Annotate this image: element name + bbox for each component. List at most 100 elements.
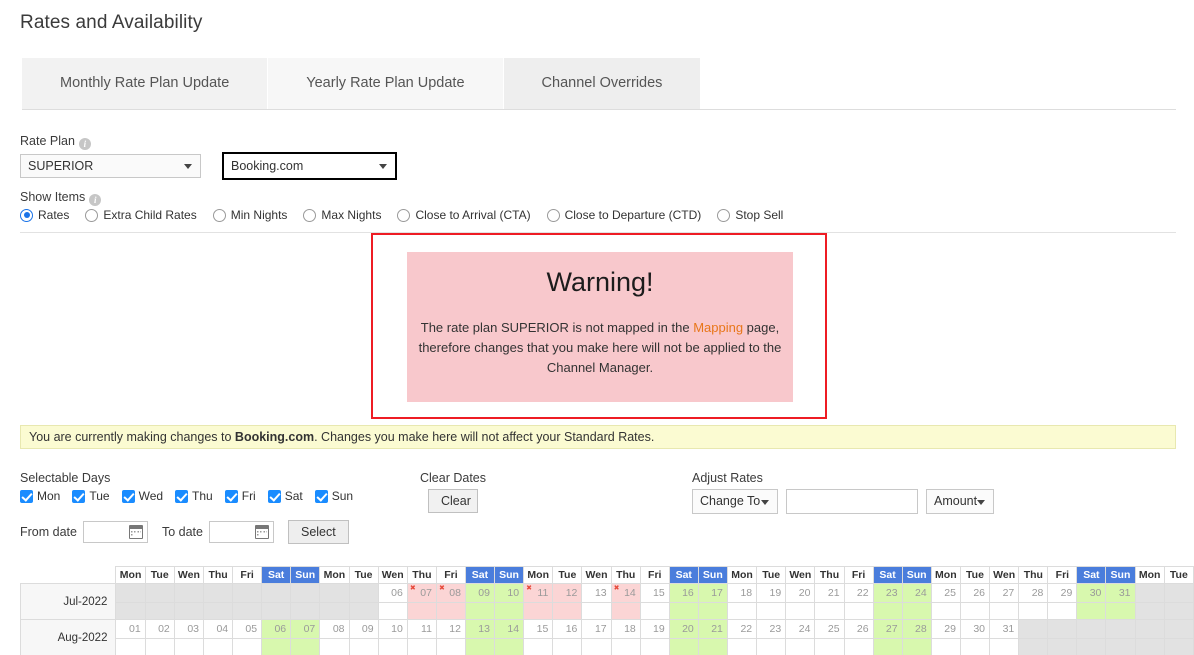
calendar-rate-cell[interactable] [814,638,845,655]
calendar-rate-cell[interactable] [493,602,525,620]
calendar-day-cell[interactable]: 17 [697,583,728,603]
calendar-rate-cell[interactable] [668,602,699,620]
calendar-rate-cell[interactable] [872,638,903,655]
calendar-rate-cell[interactable] [756,638,787,655]
tab-yearly-rate-plan-update[interactable]: Yearly Rate Plan Update [268,58,504,109]
calendar-day-cell[interactable]: 18 [726,583,758,603]
calendar-day-cell[interactable]: 29 [930,619,961,639]
calendar-day-cell[interactable]: 31 [1105,583,1136,603]
checkbox-sat[interactable]: Sat [267,489,303,503]
to-date-input[interactable] [208,521,274,543]
calendar-rate-cell[interactable] [930,602,961,620]
calendar-rate-cell[interactable] [726,602,758,620]
adjust-amount-input[interactable] [786,489,918,514]
calendar-day-cell[interactable]: 30 [1076,583,1107,603]
calendar-day-cell[interactable]: 20 [668,619,699,639]
calendar-rate-cell[interactable] [377,638,408,655]
calendar-day-cell[interactable]: 21 [697,619,728,639]
info-icon[interactable]: i [89,194,102,206]
calendar-rate-cell[interactable] [523,638,554,655]
calendar-rate-cell[interactable] [406,638,437,655]
checkbox-wed[interactable]: Wed [121,489,163,503]
radio-rates[interactable]: Rates [20,208,69,222]
calendar-rate-cell[interactable] [785,602,816,620]
calendar-rate-cell[interactable] [115,638,146,655]
calendar-rate-cell[interactable] [668,638,699,655]
calendar-day-cell[interactable]: 19 [639,619,670,639]
tab-channel-overrides[interactable]: Channel Overrides [503,58,702,109]
calendar-rate-cell[interactable] [1105,602,1136,620]
calendar-rate-cell[interactable] [493,638,525,655]
rate-plan-select[interactable]: SUPERIOR [20,154,201,178]
calendar-rate-cell[interactable] [144,638,175,655]
calendar-rate-cell[interactable] [552,602,583,620]
calendar-day-cell[interactable]: 23 [872,583,903,603]
calendar-rate-cell[interactable] [901,638,932,655]
calendar-rate-cell[interactable] [756,602,787,620]
calendar-rate-cell[interactable] [464,602,495,620]
calendar-day-cell[interactable]: 22 [726,619,758,639]
calendar-rate-cell[interactable] [959,638,991,655]
select-button[interactable]: Select [287,520,349,544]
clear-button[interactable]: Clear [428,489,478,513]
calendar-day-cell[interactable]: 23 [756,619,787,639]
calendar-rate-cell[interactable] [377,602,408,620]
channel-select[interactable]: Booking.com [222,152,397,180]
calendar-day-cell[interactable]: 27 [872,619,903,639]
calendar-day-cell[interactable]: 22 [843,583,874,603]
calendar-day-cell[interactable]: 24 [901,583,932,603]
calendar-rate-cell[interactable] [639,638,670,655]
calendar-day-cell[interactable]: 11 [523,583,554,603]
calendar-rate-cell[interactable] [1076,602,1107,620]
calendar-rate-cell[interactable] [581,638,612,655]
calendar-day-cell[interactable]: 10 [377,619,408,639]
calendar-rate-cell[interactable] [610,602,641,620]
calendar-rate-cell[interactable] [1018,602,1049,620]
calendar-rate-cell[interactable] [814,602,845,620]
calendar-day-cell[interactable]: 06 [261,619,292,639]
calendar-rate-cell[interactable] [348,638,379,655]
calendar-day-cell[interactable]: 31 [989,619,1020,639]
calendar-day-cell[interactable]: 07 [406,583,437,603]
calendar-day-cell[interactable]: 03 [173,619,205,639]
calendar-rate-cell[interactable] [872,602,903,620]
calendar-rate-cell[interactable] [173,638,205,655]
calendar-rate-cell[interactable] [523,602,554,620]
calendar-rate-cell[interactable] [726,638,758,655]
calendar-day-cell[interactable]: 17 [581,619,612,639]
calendar-day-cell[interactable]: 24 [785,619,816,639]
calendar-rate-cell[interactable] [930,638,961,655]
radio-min-nights[interactable]: Min Nights [212,208,287,222]
calendar-rate-cell[interactable] [639,602,670,620]
from-date-input[interactable] [82,521,148,543]
calendar-day-cell[interactable]: 13 [464,619,495,639]
adjust-type-select[interactable]: Amount [926,489,994,514]
calendar-icon[interactable] [128,525,143,539]
calendar-rate-cell[interactable] [232,638,263,655]
calendar-rate-cell[interactable] [959,602,991,620]
calendar-rate-cell[interactable] [697,638,728,655]
calendar-day-cell[interactable]: 21 [814,583,845,603]
calendar-day-cell[interactable]: 08 [319,619,350,639]
calendar-day-cell[interactable]: 14 [493,619,525,639]
calendar-day-cell[interactable]: 12 [435,619,466,639]
calendar-rate-cell[interactable] [290,638,321,655]
calendar-day-cell[interactable]: 19 [756,583,787,603]
calendar-rate-cell[interactable] [464,638,495,655]
calendar-rate-cell[interactable] [581,602,612,620]
calendar-day-cell[interactable]: 02 [144,619,175,639]
calendar-rate-cell[interactable] [785,638,816,655]
calendar-day-cell[interactable]: 15 [639,583,670,603]
calendar-rate-cell[interactable] [901,602,932,620]
calendar-day-cell[interactable]: 14 [610,583,641,603]
checkbox-tue[interactable]: Tue [72,489,110,503]
calendar-rate-cell[interactable] [843,638,874,655]
calendar-day-cell[interactable]: 13 [581,583,612,603]
radio-stop-sell[interactable]: Stop Sell [717,208,783,222]
radio-close-to-arrival[interactable]: Close to Arrival (CTA) [397,208,531,222]
radio-close-to-departure[interactable]: Close to Departure (CTD) [546,208,701,222]
mapping-link[interactable]: Mapping [693,320,743,335]
calendar-rate-cell[interactable] [435,602,466,620]
calendar-day-cell[interactable]: 01 [115,619,146,639]
calendar-day-cell[interactable]: 09 [348,619,379,639]
